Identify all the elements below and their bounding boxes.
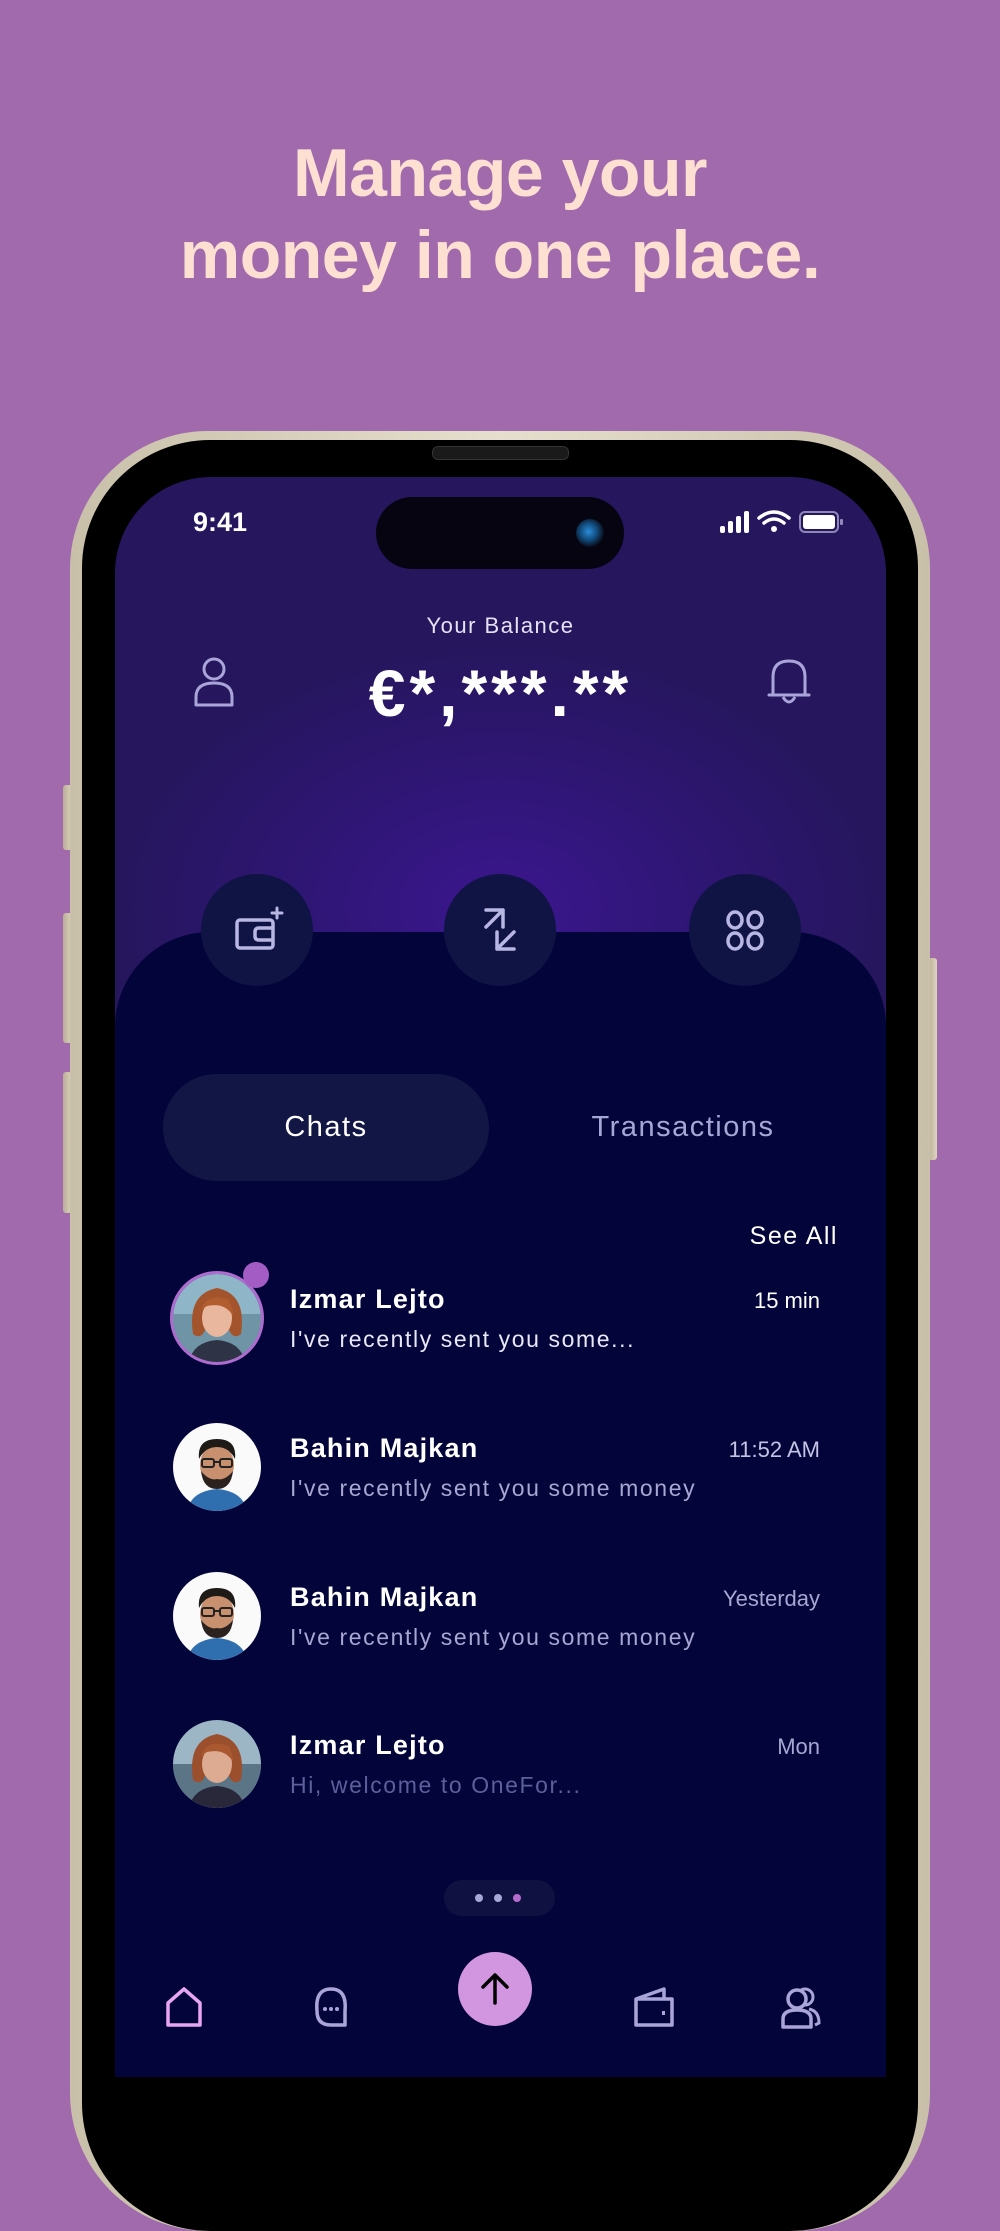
dynamic-island bbox=[376, 497, 624, 569]
page-indicator bbox=[444, 1880, 555, 1916]
wallet-icon[interactable] bbox=[632, 1985, 676, 2029]
chat-time: 11:52 AM bbox=[728, 1437, 820, 1462]
chat-list-item[interactable]: Bahin Majkan I've recently sent you some… bbox=[115, 1572, 886, 1682]
balance-label: Your Balance bbox=[426, 613, 575, 638]
headline-line-2: money in one place. bbox=[179, 217, 821, 293]
users-icon[interactable] bbox=[779, 1985, 823, 2029]
more-apps-button[interactable] bbox=[689, 874, 801, 986]
chat-name: Bahin Majkan bbox=[290, 1582, 479, 1612]
chat-time: Yesterday bbox=[722, 1586, 820, 1611]
add-wallet-button[interactable] bbox=[201, 874, 313, 986]
avatar bbox=[173, 1274, 261, 1362]
chat-time: Mon bbox=[777, 1734, 820, 1759]
see-all-link[interactable]: See All bbox=[750, 1222, 838, 1251]
unread-badge bbox=[243, 1262, 269, 1288]
chat-list-item[interactable]: Bahin Majkan I've recently sent you some… bbox=[115, 1423, 886, 1533]
wallet-add-icon bbox=[235, 906, 284, 950]
profile-icon[interactable] bbox=[190, 653, 238, 709]
status-icons bbox=[720, 510, 843, 533]
battery-icon bbox=[799, 511, 843, 533]
tab-transactions[interactable]: Transactions bbox=[523, 1074, 843, 1181]
avatar bbox=[173, 1423, 261, 1511]
page-dot[interactable] bbox=[475, 1894, 483, 1902]
grid-icon bbox=[726, 910, 764, 951]
man-avatar-image bbox=[173, 1572, 261, 1660]
tab-chats[interactable]: Chats bbox=[163, 1074, 489, 1181]
chat-list-item[interactable]: Izmar Lejto I've recently sent you some.… bbox=[115, 1262, 886, 1384]
wifi-icon bbox=[757, 510, 791, 532]
status-time: 9:41 bbox=[193, 507, 248, 537]
chat-message: I've recently sent you some... bbox=[290, 1326, 636, 1352]
chat-name: Izmar Lejto bbox=[290, 1284, 446, 1314]
chat-name: Bahin Majkan bbox=[290, 1433, 479, 1463]
woman-avatar-image bbox=[173, 1720, 261, 1808]
page-dot-active[interactable] bbox=[513, 1894, 521, 1902]
chat-message: Hi, welcome to OneFor... bbox=[290, 1772, 582, 1798]
arrow-up-icon bbox=[481, 1973, 509, 2005]
chat-list-item[interactable]: Izmar Lejto Hi, welcome to OneFor... Mon bbox=[115, 1720, 886, 1830]
bell-icon[interactable] bbox=[765, 653, 813, 709]
woman-avatar-image bbox=[173, 1274, 261, 1362]
transfer-arrows-icon bbox=[484, 908, 516, 951]
phone-screen: 9:41 Your Balance €*,***.** Chats Transa… bbox=[115, 477, 886, 2077]
headline-line-1: Manage your bbox=[293, 135, 707, 211]
chat-message: I've recently sent you some money bbox=[290, 1475, 697, 1501]
chat-name: Izmar Lejto bbox=[290, 1730, 446, 1760]
page-dot[interactable] bbox=[494, 1894, 502, 1902]
chat-time: 15 min bbox=[753, 1288, 820, 1313]
avatar bbox=[173, 1720, 261, 1808]
signal-icon bbox=[720, 511, 749, 533]
earpiece-speaker bbox=[432, 446, 569, 460]
man-avatar-image bbox=[173, 1423, 261, 1511]
chat-message: I've recently sent you some money bbox=[290, 1624, 697, 1650]
headline: Manage your money in one place. bbox=[0, 132, 1000, 296]
chat-bubble-icon[interactable] bbox=[309, 1985, 353, 2029]
avatar bbox=[173, 1572, 261, 1660]
send-money-button[interactable] bbox=[458, 1952, 532, 2026]
camera-lens bbox=[576, 519, 604, 547]
tab-bar: Chats Transactions bbox=[163, 1074, 838, 1181]
home-icon[interactable] bbox=[162, 1985, 206, 2029]
transfer-button[interactable] bbox=[444, 874, 556, 986]
